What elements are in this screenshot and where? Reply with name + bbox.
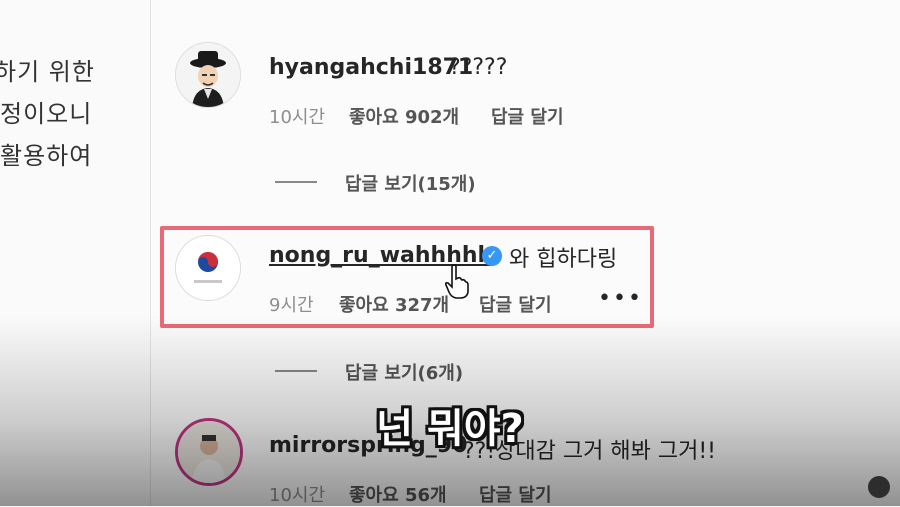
left-text-line-2: 정이오니	[0, 100, 93, 128]
comment-username[interactable]: hyangahchi1871	[269, 55, 473, 80]
avatar[interactable]	[175, 42, 241, 108]
view-replies-link[interactable]: 답글 보기(6개)	[345, 359, 463, 385]
left-text-line-3: 활용하여	[0, 142, 93, 170]
replies-divider	[275, 181, 317, 183]
likes-count[interactable]: 좋아요 56개	[349, 481, 447, 507]
reply-button[interactable]: 답글 달기	[491, 103, 564, 129]
channel-watermark-icon	[868, 476, 890, 498]
comment-time: 10시간	[269, 107, 326, 128]
highlight-box	[160, 226, 654, 328]
comment-text: ?????	[449, 55, 508, 80]
video-subtitle: 넌 뭐야?	[376, 406, 524, 452]
left-text-line-1: 하기 위한	[0, 58, 95, 86]
likes-count[interactable]: 좋아요 902개	[349, 103, 459, 129]
comment-time: 10시간	[269, 485, 326, 506]
view-replies-link[interactable]: 답글 보기(15개)	[345, 170, 476, 196]
replies-divider	[275, 370, 317, 372]
reply-button[interactable]: 답글 달기	[479, 481, 552, 507]
